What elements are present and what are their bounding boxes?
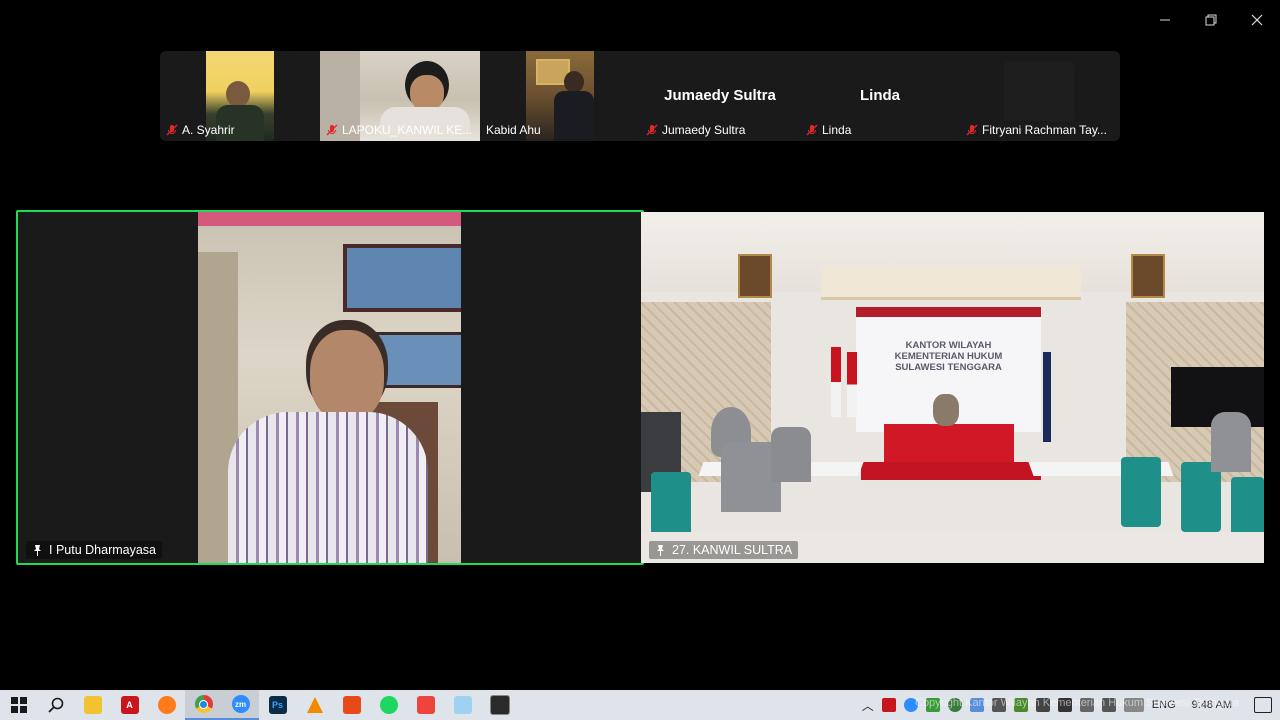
- active-speaker-tile[interactable]: I Putu Dharmayasa: [16, 210, 644, 565]
- firefox-icon: [157, 696, 176, 714]
- search-icon: [47, 697, 63, 713]
- participant-thumbnail[interactable]: Jumaedy Sultra Jumaedy Sultra: [640, 51, 800, 141]
- speaker-video: [198, 212, 461, 563]
- participant-display-name: Linda: [860, 87, 900, 104]
- participant-name: LAPOKU_KANWIL KE...: [342, 123, 473, 137]
- zoom-icon: zm: [231, 695, 250, 713]
- windows-logo-icon: [10, 697, 27, 713]
- participant-label: Jumaedy Sultra: [646, 123, 745, 137]
- mic-muted-icon: [806, 124, 818, 136]
- room-video-tile[interactable]: KANTOR WILAYAH KEMENTERIAN HUKUM SULAWES…: [641, 212, 1264, 563]
- taskbar-app-vlc[interactable]: [296, 690, 333, 720]
- taskbar-app-anydesk[interactable]: [407, 690, 444, 720]
- banner-line: SULAWESI TENGGARA: [895, 362, 1002, 373]
- participant-name: 27. KANWIL SULTRA: [672, 543, 793, 557]
- mic-muted-icon: [966, 124, 978, 136]
- participant-name: Fitryani Rachman Tay...: [982, 123, 1107, 137]
- room-banner: KANTOR WILAYAH KEMENTERIAN HUKUM SULAWES…: [856, 340, 1041, 373]
- taskbar-app-acrobat[interactable]: A: [111, 690, 148, 720]
- participant-name: A. Syahrir: [182, 123, 235, 137]
- acrobat-tray-icon[interactable]: [881, 698, 896, 712]
- banner-line: KEMENTERIAN HUKUM: [894, 351, 1003, 362]
- taskbar-app-chrome[interactable]: [185, 690, 222, 720]
- pin-icon: [657, 545, 664, 556]
- participant-name: I Putu Dharmayasa: [49, 543, 156, 557]
- photoshop-icon: Ps: [268, 696, 287, 714]
- restore-button[interactable]: [1196, 8, 1226, 32]
- folder-icon: [83, 696, 102, 714]
- participant-gallery-strip: A. Syahrir LAPOKU_KANWIL KE... Kabid Ahu…: [160, 51, 1120, 141]
- taskbar-app-photoshop[interactable]: Ps: [259, 690, 296, 720]
- participant-label: Fitryani Rachman Tay...: [966, 123, 1107, 137]
- taskbar-app-office[interactable]: [333, 690, 370, 720]
- participant-name: Linda: [822, 123, 852, 137]
- participant-name: Jumaedy Sultra: [662, 123, 746, 137]
- watermark: Copyright Kantor Wilayah Kementerian Huk…: [915, 697, 1239, 709]
- notepad-icon: [453, 696, 472, 714]
- participant-thumbnail[interactable]: LAPOKU_KANWIL KE...: [320, 51, 480, 141]
- anydesk-icon: [416, 696, 435, 714]
- start-button[interactable]: [0, 690, 37, 720]
- participant-label: Linda: [806, 123, 851, 137]
- taskbar-app-notepad[interactable]: [444, 690, 481, 720]
- participant-label: A. Syahrir: [166, 123, 235, 137]
- taskbar-app-zoom[interactable]: zm: [222, 690, 259, 720]
- participant-label: I Putu Dharmayasa: [26, 541, 162, 559]
- mic-muted-icon: [326, 124, 338, 136]
- notification-icon[interactable]: [1254, 697, 1272, 713]
- taskbar-app-vmware[interactable]: [481, 690, 518, 720]
- close-button[interactable]: [1242, 8, 1272, 32]
- chrome-icon: [194, 695, 213, 713]
- office-icon: [342, 696, 361, 714]
- participant-thumbnail[interactable]: Linda Linda: [800, 51, 960, 141]
- participant-thumbnail[interactable]: Kabid Ahu: [480, 51, 640, 141]
- participant-thumbnail[interactable]: Fitryani Rachman Tay...: [960, 51, 1120, 141]
- taskbar-app-spotify[interactable]: [370, 690, 407, 720]
- participant-name: Kabid Ahu: [486, 123, 541, 137]
- search-button[interactable]: [37, 690, 74, 720]
- spotify-icon: [379, 696, 398, 714]
- participant-display-name: Jumaedy Sultra: [664, 87, 776, 104]
- terminal-icon: [489, 695, 510, 715]
- taskbar-app-firefox[interactable]: [148, 690, 185, 720]
- participant-label: Kabid Ahu: [486, 123, 541, 137]
- avatar: [1004, 61, 1074, 121]
- chevron-up-icon[interactable]: ︿: [862, 697, 874, 714]
- banner-line: KANTOR WILAYAH: [905, 340, 992, 351]
- vlc-icon: [306, 697, 323, 713]
- participant-label: LAPOKU_KANWIL KE...: [326, 123, 472, 137]
- minimize-button[interactable]: [1150, 8, 1180, 32]
- mic-muted-icon: [646, 124, 658, 136]
- taskbar-app-file-explorer[interactable]: [74, 690, 111, 720]
- room-video: KANTOR WILAYAH KEMENTERIAN HUKUM SULAWES…: [641, 212, 1264, 563]
- participant-label: 27. KANWIL SULTRA: [649, 541, 799, 559]
- mic-muted-icon: [166, 124, 178, 136]
- acrobat-icon: A: [120, 696, 139, 714]
- pin-icon: [34, 545, 41, 556]
- participant-thumbnail[interactable]: A. Syahrir: [160, 51, 320, 141]
